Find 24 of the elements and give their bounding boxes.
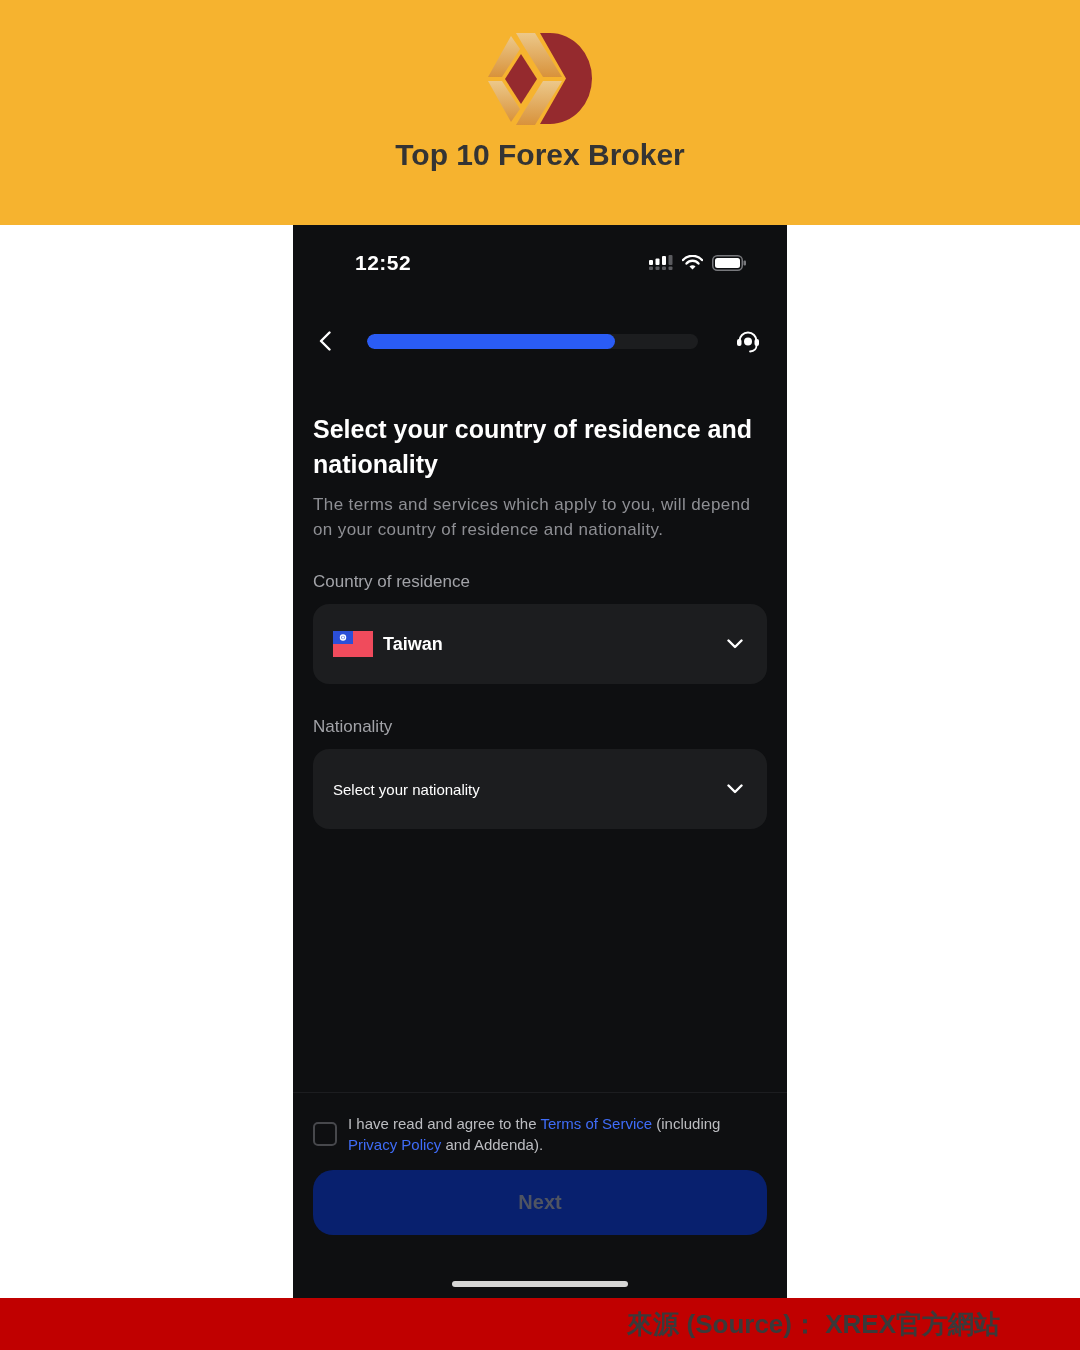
battery-icon — [712, 254, 746, 271]
back-button[interactable] — [319, 331, 331, 351]
source-caption: 來源 (Source)： XREX官方網站 — [627, 1307, 1000, 1341]
banner-title: Top 10 Forex Broker — [395, 137, 685, 173]
chevron-down-icon — [727, 639, 743, 649]
support-button[interactable] — [736, 329, 760, 353]
agreement-checkbox[interactable] — [313, 1122, 337, 1146]
wifi-icon — [682, 255, 703, 270]
chevron-down-icon — [727, 784, 743, 794]
diamond-logo-icon — [486, 32, 594, 126]
signal-icon — [649, 255, 673, 270]
text-link[interactable]: Terms of Service — [540, 1115, 653, 1132]
dropdown-field[interactable]: Taiwan — [313, 604, 767, 684]
field-label: Country of residence — [313, 571, 471, 593]
text-link[interactable]: Privacy Policy — [348, 1136, 442, 1153]
field-label: Nationality — [313, 716, 394, 738]
page-title: Select your country of residence and nationality — [313, 414, 753, 480]
dropdown-field[interactable]: Select your nationality — [313, 749, 767, 829]
status-time: 12:52 — [355, 250, 412, 275]
back-chevron-icon — [319, 331, 331, 351]
headset-icon — [736, 329, 760, 353]
agreement-text: I have read and agree to the Terms of Service (including Privacy Policy and Addenda). — [348, 1114, 722, 1155]
page-description: The terms and services which apply to you, will depend on your country of residence and nationality. — [313, 494, 752, 541]
flag-icon — [333, 631, 373, 657]
